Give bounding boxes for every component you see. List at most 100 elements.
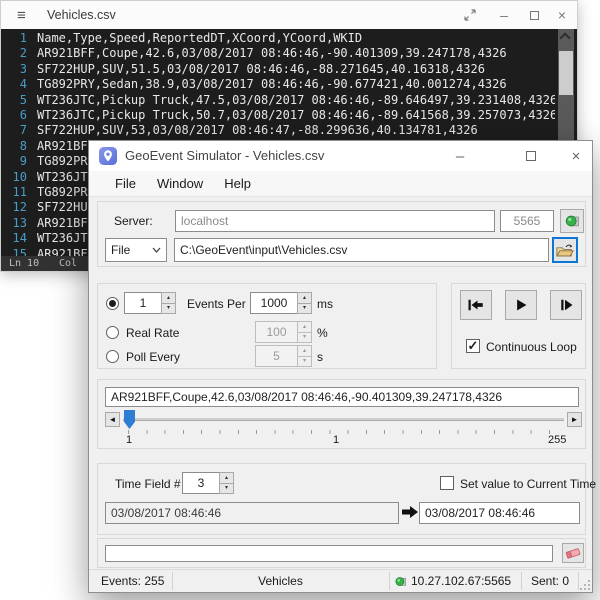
line-indicator: Ln 10 xyxy=(9,258,39,269)
hamburger-menu-icon[interactable]: ≡ xyxy=(17,7,35,24)
connection-status-icon xyxy=(564,213,580,229)
playback-group: ✓ Continuous Loop xyxy=(451,283,586,369)
server-port-input[interactable] xyxy=(500,210,554,232)
csv-line: 1Name,Type,Speed,ReportedDT,XCoord,YCoor… xyxy=(1,31,555,46)
editor-expand-button[interactable] xyxy=(455,1,485,29)
time-field-input[interactable] xyxy=(182,472,219,494)
time-field-group: Time Field # ▴ ▾ Set value to Current Ti… xyxy=(97,463,586,535)
poll-input xyxy=(255,345,297,367)
spin-up-button[interactable]: ▴ xyxy=(161,292,176,304)
simulator-titlebar: GeoEvent Simulator - Vehicles.csv – × xyxy=(89,141,592,171)
interval-spinner: ▴ ▾ xyxy=(250,292,312,314)
server-host-input[interactable] xyxy=(175,210,495,232)
maximize-icon xyxy=(530,11,539,20)
chevron-down-icon xyxy=(152,247,161,253)
real-rate-label: Real Rate xyxy=(126,326,179,340)
open-folder-icon xyxy=(556,243,574,258)
event-preview-group: ◄ ► 1 1 255 xyxy=(97,379,586,449)
original-time-field[interactable] xyxy=(105,502,399,524)
spin-up-button[interactable]: ▴ xyxy=(219,472,234,484)
arrow-right-icon xyxy=(402,505,418,519)
simulator-window: GeoEvent Simulator - Vehicles.csv – × Fi… xyxy=(88,140,593,593)
resize-grip[interactable] xyxy=(580,580,590,590)
simulator-close-button[interactable]: × xyxy=(561,141,591,171)
step-forward-icon xyxy=(559,298,574,312)
percent-unit-label: % xyxy=(317,326,328,340)
events-count-input[interactable] xyxy=(124,292,161,314)
poll-every-radio[interactable] xyxy=(106,350,119,363)
set-current-time-label: Set value to Current Time xyxy=(460,477,596,491)
csv-line: 5WT236JTC,Pickup Truck,47.5,03/08/2017 0… xyxy=(1,93,555,108)
csv-line: 6WT236JTC,Pickup Truck,50.7,03/08/2017 0… xyxy=(1,108,555,123)
sent-count-status: Sent: 0 xyxy=(531,574,569,588)
feed-name-status: Vehicles xyxy=(172,574,389,588)
geoevent-app-icon xyxy=(99,147,117,165)
editor-titlebar: ≡ Vehicles.csv – × xyxy=(1,1,577,29)
connect-button[interactable] xyxy=(560,209,584,233)
menu-help[interactable]: Help xyxy=(223,174,252,193)
poll-spinner: ▴ ▾ xyxy=(255,345,312,367)
eraser-icon xyxy=(565,547,581,559)
connection-status-icon xyxy=(394,575,407,588)
progress-group xyxy=(97,538,586,568)
spin-down-button: ▾ xyxy=(297,357,312,368)
play-button[interactable] xyxy=(505,290,537,320)
interval-input[interactable] xyxy=(250,292,297,314)
spin-down-button[interactable]: ▾ xyxy=(297,304,312,315)
seconds-unit-label: s xyxy=(317,350,323,364)
skip-to-start-icon xyxy=(467,298,485,312)
time-field-label: Time Field # xyxy=(115,477,181,491)
spin-down-button[interactable]: ▾ xyxy=(219,484,234,495)
spin-up-button[interactable]: ▴ xyxy=(297,292,312,304)
time-field-spinner: ▴ ▾ xyxy=(182,472,234,494)
real-rate-radio[interactable] xyxy=(106,326,119,339)
server-label: Server: xyxy=(114,214,153,228)
events-count-status: Events: 255 xyxy=(101,574,164,588)
slider-thumb[interactable] xyxy=(124,410,135,429)
slider-track[interactable] xyxy=(123,418,564,421)
server-address-status: 10.27.102.67:5565 xyxy=(411,574,511,588)
slider-max-label: 255 xyxy=(548,434,566,446)
browse-file-button[interactable] xyxy=(552,237,578,263)
ms-unit-label: ms xyxy=(317,297,333,311)
slider-right-button[interactable]: ► xyxy=(567,412,582,427)
clear-button[interactable] xyxy=(562,543,584,563)
menu-window[interactable]: Window xyxy=(156,174,204,193)
continuous-loop-label: Continuous Loop xyxy=(486,340,577,354)
connection-group: Server: File xyxy=(97,201,586,267)
simulated-time-field[interactable] xyxy=(419,502,580,524)
expand-diagonal-icon xyxy=(464,9,476,21)
events-count-spinner: ▴ ▾ xyxy=(124,292,176,314)
slider-tick-marks xyxy=(128,430,566,434)
skip-to-start-button[interactable] xyxy=(460,290,492,320)
set-current-time-checkbox[interactable] xyxy=(440,476,454,490)
source-type-dropdown[interactable]: File xyxy=(105,238,167,262)
events-per-label: Events Per xyxy=(187,297,246,311)
slider-left-button[interactable]: ◄ xyxy=(105,412,120,427)
file-path-input[interactable] xyxy=(174,238,549,262)
editor-close-button[interactable]: × xyxy=(547,1,577,29)
scrollbar-thumb[interactable] xyxy=(559,51,573,95)
spin-down-button[interactable]: ▾ xyxy=(161,304,176,315)
slider-min-label: 1 xyxy=(126,434,132,446)
simulator-minimize-button[interactable]: – xyxy=(445,141,475,171)
scrollbar-up-icon[interactable] xyxy=(559,32,570,43)
event-preview-field[interactable] xyxy=(105,387,579,407)
real-rate-spinner: ▴ ▾ xyxy=(255,321,312,343)
slider-current-label: 1 xyxy=(333,434,339,446)
simulator-maximize-button[interactable] xyxy=(516,141,546,171)
csv-line: 3SF722HUP,SUV,51.5,03/08/2017 08:46:46,-… xyxy=(1,62,555,77)
rate-group: ▴ ▾ Events Per ▴ ▾ ms Real Rate ▴ ▾ % Po… xyxy=(97,283,437,369)
spin-up-button: ▴ xyxy=(297,345,312,357)
continuous-loop-checkbox[interactable]: ✓ xyxy=(466,339,480,353)
events-per-radio[interactable] xyxy=(106,297,119,310)
editor-maximize-button[interactable] xyxy=(519,1,549,29)
editor-minimize-button[interactable]: – xyxy=(489,1,519,29)
menu-file[interactable]: File xyxy=(114,174,137,193)
step-forward-button[interactable] xyxy=(550,290,582,320)
progress-bar xyxy=(105,545,553,562)
editor-window-title: Vehicles.csv xyxy=(47,8,116,22)
csv-line: 2AR921BFF,Coupe,42.6,03/08/2017 08:46:46… xyxy=(1,46,555,61)
spin-up-button: ▴ xyxy=(297,321,312,333)
real-rate-input xyxy=(255,321,297,343)
